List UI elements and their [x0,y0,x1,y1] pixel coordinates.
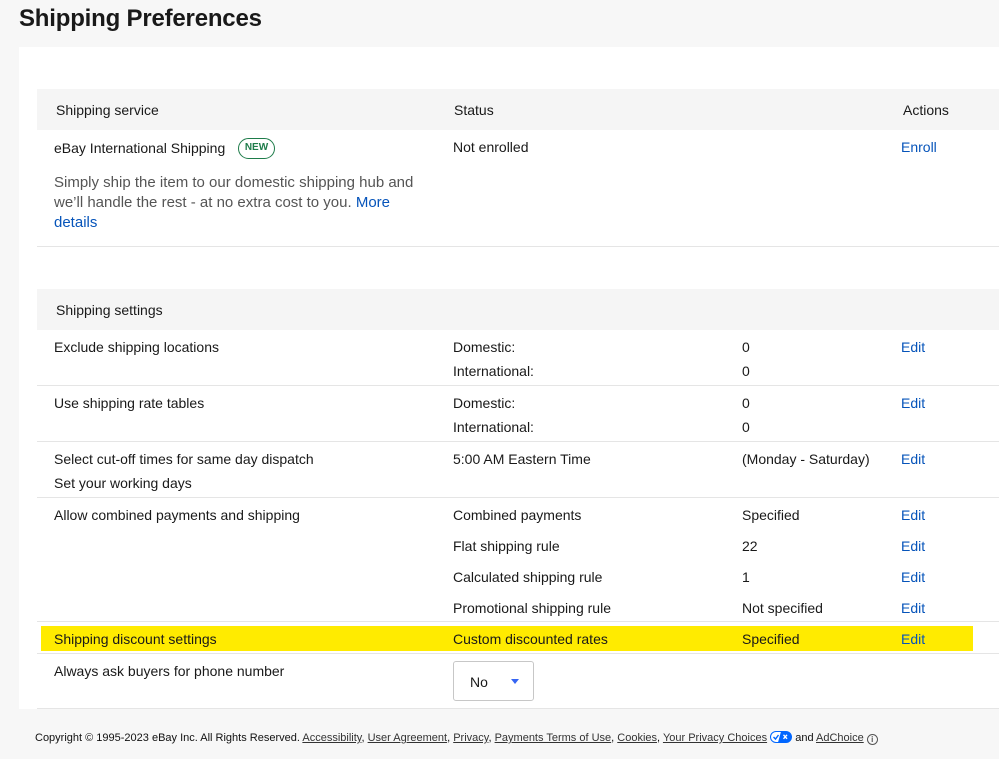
chevron-down-icon [511,679,519,684]
service-table-header: Shipping service Status Actions [37,89,999,130]
phone-number-label: Always ask buyers for phone number [54,663,285,679]
cutoff-days: (Monday - Saturday) [742,451,870,467]
divider [37,246,999,247]
divider [37,653,999,654]
rate-tables-label: Use shipping rate tables [54,395,205,411]
footer: Copyright © 1995-2023 eBay Inc. All Righ… [35,731,878,745]
divider [37,441,999,442]
international-shipping-name: eBay International Shipping [54,140,226,156]
flat-rule-edit-link[interactable]: Edit [901,538,925,554]
international-shipping-status: Not enrolled [453,139,529,155]
working-days-label: Set your working days [54,475,192,491]
footer-link-cookies[interactable]: Cookies [617,732,657,744]
flat-rule-label: Flat shipping rule [453,538,560,554]
phone-number-selected: No [470,674,488,690]
adchoice-info-icon: i [866,734,878,745]
page-title: Shipping Preferences [19,5,262,32]
exclude-international-label: International: [453,363,534,379]
exclude-international-value: 0 [742,363,750,379]
footer-link-privacy[interactable]: Privacy [453,732,488,744]
rate-tables-edit-link[interactable]: Edit [901,395,925,411]
flat-rule-value: 22 [742,538,758,554]
discount-settings-label: Shipping discount settings [54,631,217,647]
international-shipping-description: Simply ship the item to our domestic shi… [54,173,434,233]
new-badge: NEW [238,138,275,159]
combined-label: Allow combined payments and shipping [54,507,300,523]
footer-link-adchoice[interactable]: AdChoice [816,732,864,744]
calculated-rule-label: Calculated shipping rule [453,569,603,585]
promotional-rule-value: Not specified [742,600,823,616]
combined-payments-label: Combined payments [453,507,582,523]
rate-international-value: 0 [742,419,750,435]
footer-link-user-agreement[interactable]: User Agreement [368,732,447,744]
cutoff-label: Select cut-off times for same day dispat… [54,451,314,467]
promotional-rule-edit-link[interactable]: Edit [901,600,925,616]
header-shipping-service: Shipping service [56,102,159,118]
divider [37,385,999,386]
discount-type: Custom discounted rates [453,631,608,647]
calculated-rule-edit-link[interactable]: Edit [901,569,925,585]
cutoff-time: 5:00 AM Eastern Time [453,451,591,467]
rate-international-label: International: [453,419,534,435]
promotional-rule-label: Promotional shipping rule [453,600,611,616]
divider [37,708,999,709]
exclude-domestic-label: Domestic: [453,339,516,355]
combined-payments-value: Specified [742,507,800,523]
settings-table-header: Shipping settings [37,289,999,330]
exclude-edit-link[interactable]: Edit [901,339,925,355]
enroll-link[interactable]: Enroll [901,139,937,155]
footer-and-text: and [795,732,814,744]
exclude-locations-label: Exclude shipping locations [54,339,219,355]
footer-link-payments-terms[interactable]: Payments Terms of Use [495,732,612,744]
divider [37,497,999,498]
header-shipping-settings: Shipping settings [56,302,163,318]
exclude-domestic-value: 0 [742,339,750,355]
rate-domestic-label: Domestic: [453,395,516,411]
rate-domestic-value: 0 [742,395,750,411]
discount-edit-link[interactable]: Edit [901,631,925,647]
copyright-text: Copyright © 1995-2023 eBay Inc. All Righ… [35,732,300,744]
discount-value: Specified [742,631,800,647]
phone-number-select[interactable]: No [453,661,534,701]
combined-payments-edit-link[interactable]: Edit [901,507,925,523]
divider [37,621,999,622]
footer-link-privacy-choices[interactable]: Your Privacy Choices [663,732,767,744]
header-actions: Actions [903,102,949,118]
calculated-rule-value: 1 [742,569,750,585]
cutoff-edit-link[interactable]: Edit [901,451,925,467]
header-status: Status [454,102,494,118]
privacy-choices-icon [770,731,793,743]
footer-link-accessibility[interactable]: Accessibility [302,732,361,744]
